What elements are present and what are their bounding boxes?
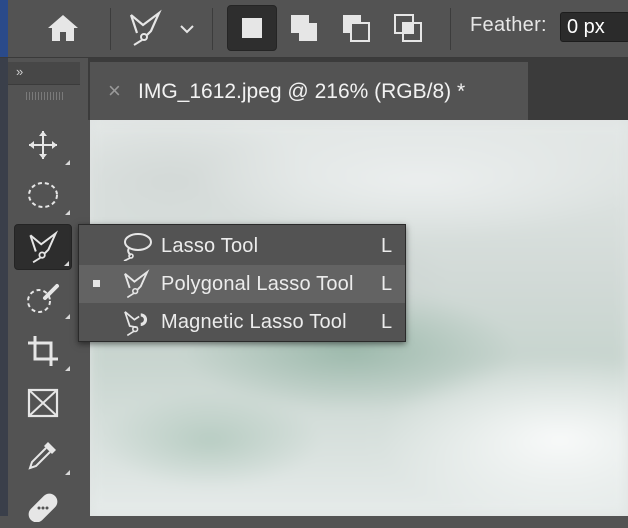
flyout-item-label: Lasso Tool: [161, 235, 259, 257]
polygonal-lasso-preset-icon: [129, 9, 162, 46]
selected-indicator: [93, 280, 100, 287]
lasso-tools-flyout: Lasso Tool L Polygonal Lasso Tool L Magn…: [78, 224, 406, 342]
desktop-edge: [0, 58, 8, 516]
home-button[interactable]: [36, 8, 90, 48]
move-tool[interactable]: [14, 122, 72, 168]
tools-panel: »: [0, 58, 88, 522]
crop-tool[interactable]: [14, 328, 72, 374]
add-to-selection-icon: [291, 15, 317, 41]
flyout-item-lasso-tool[interactable]: Lasso Tool L: [79, 227, 405, 265]
separator: [110, 8, 111, 50]
polygonal-lasso-icon: [124, 269, 150, 299]
double-chevron-icon: »: [16, 64, 23, 79]
flyout-item-label: Magnetic Lasso Tool: [161, 311, 347, 333]
separator: [450, 8, 451, 50]
new-selection-icon: [242, 18, 262, 38]
document-title: IMG_1612.jpeg @ 216% (RGB/8) *: [138, 80, 466, 103]
spot-healing-brush-tool[interactable]: [14, 482, 72, 528]
flyout-item-label: Polygonal Lasso Tool: [161, 273, 354, 295]
desktop-edge: [0, 0, 8, 57]
options-bar: Feather:: [0, 0, 628, 58]
subtract-from-selection-icon: [343, 15, 370, 42]
quick-selection-tool[interactable]: [14, 276, 72, 322]
frame-tool[interactable]: [14, 380, 72, 426]
document-tab-bar: × IMG_1612.jpeg @ 216% (RGB/8) *: [88, 58, 628, 120]
ellipse-marquee-icon: [28, 182, 58, 208]
eyedropper-icon: [28, 442, 56, 470]
collapse-panel-button[interactable]: »: [8, 62, 80, 85]
polygonal-lasso-icon: [29, 230, 59, 264]
bandage-icon: [28, 493, 58, 522]
close-tab-icon[interactable]: ×: [108, 78, 121, 104]
preset-dropdown-button[interactable]: [174, 14, 200, 44]
eyedropper-tool[interactable]: [14, 432, 72, 478]
submenu-indicator: [65, 366, 70, 371]
quick-selection-icon: [27, 284, 59, 313]
polygonal-lasso-tool[interactable]: [14, 224, 72, 270]
feather-input[interactable]: [560, 12, 628, 42]
magnetic-lasso-icon: [124, 311, 148, 337]
submenu-indicator: [65, 210, 70, 215]
move-icon: [29, 131, 57, 159]
submenu-indicator: [65, 470, 70, 475]
intersect-selection-icon: [394, 14, 422, 42]
tool-preset-picker[interactable]: [118, 6, 172, 50]
crop-icon: [28, 336, 58, 366]
home-icon: [48, 15, 78, 41]
submenu-indicator: [65, 160, 70, 165]
feather-label: Feather:: [470, 14, 547, 36]
flyout-item-shortcut: L: [381, 235, 393, 257]
flyout-item-shortcut: L: [381, 273, 393, 295]
flyout-item-magnetic-lasso-tool[interactable]: Magnetic Lasso Tool L: [79, 303, 405, 341]
elliptical-marquee-tool[interactable]: [14, 172, 72, 218]
document-tab[interactable]: × IMG_1612.jpeg @ 216% (RGB/8) *: [90, 62, 528, 120]
submenu-indicator: [65, 314, 70, 319]
frame-icon: [27, 388, 59, 418]
new-selection-button[interactable]: [227, 5, 277, 51]
lasso-icon: [123, 233, 152, 261]
submenu-indicator: [64, 261, 69, 266]
flyout-item-polygonal-lasso-tool[interactable]: Polygonal Lasso Tool L: [79, 265, 405, 303]
separator: [212, 8, 213, 50]
add-to-selection-button[interactable]: [282, 8, 326, 48]
panel-grip[interactable]: [26, 92, 64, 100]
flyout-item-shortcut: L: [381, 311, 393, 333]
intersect-selection-button[interactable]: [386, 8, 430, 48]
subtract-from-selection-button[interactable]: [334, 8, 378, 48]
chevron-down-icon: [180, 25, 194, 34]
